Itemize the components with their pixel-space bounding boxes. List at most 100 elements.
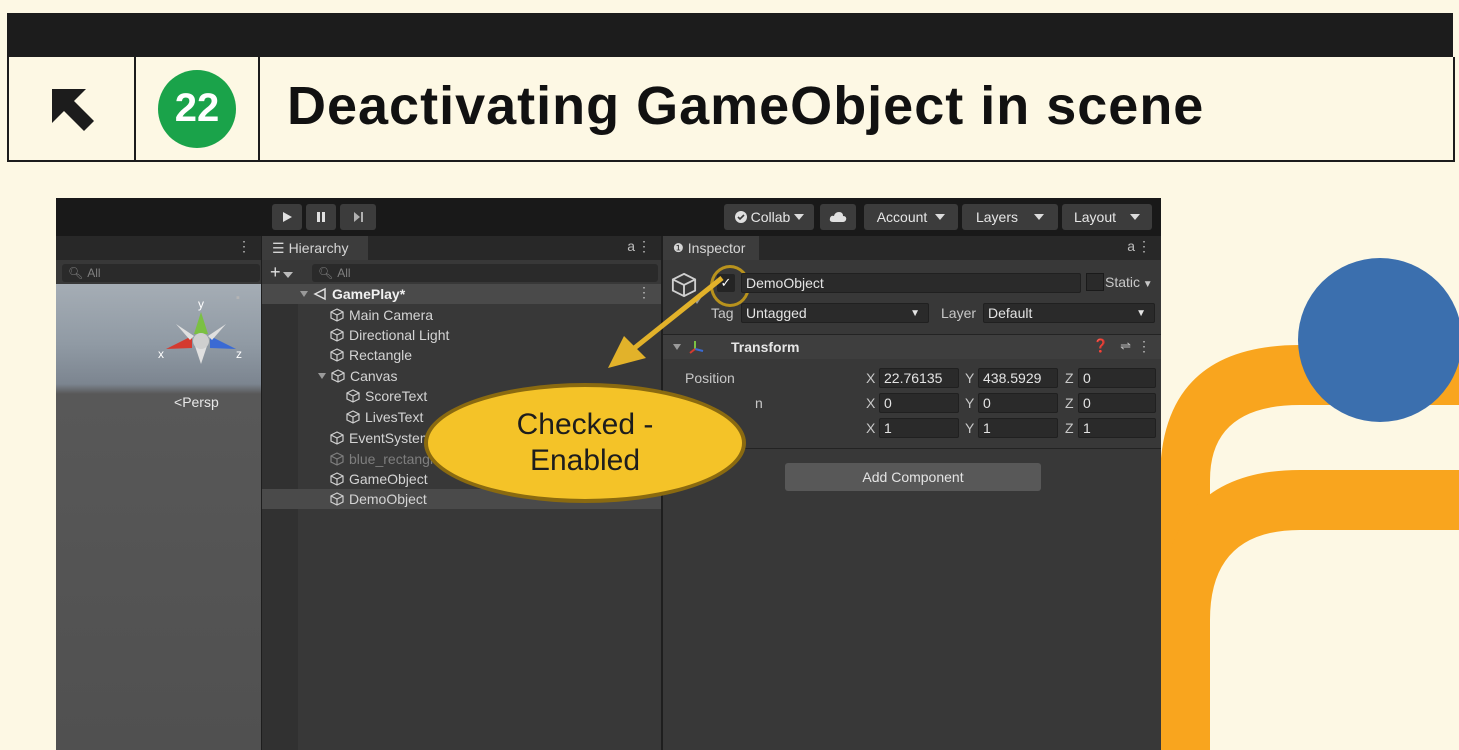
position-y-field[interactable]: 438.5929 bbox=[978, 368, 1058, 388]
account-label: Account bbox=[876, 209, 928, 225]
callout-line-1: Checked - bbox=[516, 408, 654, 441]
scale-x-field[interactable]: 1 bbox=[879, 418, 959, 438]
gameobject-cube-icon bbox=[330, 431, 344, 445]
layout-label: Layout bbox=[1073, 209, 1117, 225]
create-button[interactable]: + bbox=[270, 262, 293, 283]
persp-label[interactable]: <Persp bbox=[174, 394, 219, 410]
kebab-menu-icon[interactable]: ⋮ bbox=[237, 238, 251, 255]
hierarchy-search-placeholder: All bbox=[337, 266, 351, 280]
scene-gizmo-icon[interactable]: y x z bbox=[156, 294, 246, 384]
list-item[interactable]: Directional Light bbox=[330, 325, 449, 345]
collab-label: Collab bbox=[750, 209, 791, 225]
cloud-icon bbox=[829, 212, 847, 222]
collab-button[interactable]: Collab bbox=[724, 204, 814, 230]
inspector-panel-header: ❶ Inspector a ⋮ bbox=[663, 236, 1161, 260]
persp-chevron-icon: < bbox=[174, 394, 183, 410]
axis-z-label: z bbox=[236, 347, 242, 361]
list-item[interactable]: GameObject bbox=[330, 469, 428, 489]
hierarchy-gutter bbox=[262, 304, 298, 750]
step-number: 22 bbox=[158, 69, 236, 148]
tab-hierarchy[interactable]: ☰ Hierarchy bbox=[262, 236, 368, 260]
kebab-menu-icon[interactable]: ⋮ bbox=[1137, 338, 1151, 355]
layer-dropdown[interactable]: Default ▼ bbox=[983, 303, 1155, 323]
dropdown-arrow-icon: ▼ bbox=[1136, 307, 1146, 319]
kebab-menu-icon[interactable]: ⋮ bbox=[637, 238, 651, 255]
layout-dropdown[interactable]: Layout bbox=[1062, 204, 1152, 230]
expand-arrow-icon[interactable] bbox=[318, 373, 326, 379]
list-item[interactable]: LivesText bbox=[346, 407, 423, 427]
scene-name: GamePlay* bbox=[332, 286, 406, 302]
scene-viewport[interactable]: y x z <Persp ▪ bbox=[56, 284, 261, 750]
play-button[interactable] bbox=[272, 204, 302, 230]
decorative-shapes bbox=[1160, 258, 1459, 750]
list-item-inactive[interactable]: blue_rectangle bbox=[330, 449, 441, 469]
cloud-button[interactable] bbox=[820, 204, 856, 230]
help-icon[interactable]: ❓ bbox=[1093, 338, 1109, 354]
gameobject-cube-icon bbox=[330, 348, 344, 362]
info-icon: ❶ bbox=[673, 241, 684, 255]
search-icon: 🔍︎ bbox=[68, 266, 84, 280]
header-top-bar bbox=[7, 13, 1453, 57]
rotation-x-field[interactable]: 0 bbox=[879, 393, 959, 413]
rotation-z-label: Z bbox=[1065, 395, 1074, 411]
list-item[interactable]: Rectangle bbox=[330, 345, 412, 365]
add-component-button[interactable]: Add Component bbox=[785, 463, 1041, 491]
rotation-z-field[interactable]: 0 bbox=[1078, 393, 1156, 413]
list-item[interactable]: Main Camera bbox=[330, 305, 433, 325]
dropdown-arrow-icon: ▼ bbox=[1140, 279, 1153, 290]
transform-title: Transform bbox=[731, 339, 800, 355]
north-west-arrow-icon bbox=[51, 88, 94, 131]
account-dropdown[interactable]: Account bbox=[864, 204, 958, 230]
gameobject-cube-icon bbox=[330, 308, 344, 322]
list-item[interactable]: EventSystem bbox=[330, 428, 431, 448]
scale-z-field[interactable]: 1 bbox=[1078, 418, 1156, 438]
position-z-label: Z bbox=[1065, 370, 1074, 386]
position-x-field[interactable]: 22.76135 bbox=[879, 368, 959, 388]
rotation-x-label: X bbox=[866, 395, 876, 411]
static-dropdown[interactable]: Static ▼ bbox=[1105, 274, 1153, 290]
hierarchy-panel-header: ☰ Hierarchy a ⋮ bbox=[262, 236, 661, 260]
lock-icon[interactable]: a bbox=[1127, 238, 1135, 254]
rotation-y-field[interactable]: 0 bbox=[978, 393, 1058, 413]
unity-scene-icon bbox=[313, 287, 326, 301]
tag-dropdown[interactable]: Untagged ▼ bbox=[741, 303, 929, 323]
scene-root-row[interactable]: GamePlay* bbox=[300, 284, 405, 304]
callout-bubble: Checked - Enabled bbox=[424, 383, 746, 503]
tab-inspector[interactable]: ❶ Inspector bbox=[663, 236, 759, 260]
axis-x-label: x bbox=[158, 347, 164, 361]
position-y-label: Y bbox=[965, 370, 975, 386]
position-z-field[interactable]: 0 bbox=[1078, 368, 1156, 388]
rotation-label: n bbox=[755, 395, 763, 411]
scene-panel: ⋮ 🔍︎ All y x z <Persp ▪ bbox=[56, 236, 261, 750]
layers-dropdown[interactable]: Layers bbox=[962, 204, 1058, 230]
scale-x-label: X bbox=[866, 420, 876, 436]
scene-search-input[interactable]: 🔍︎ All bbox=[62, 264, 260, 282]
kebab-menu-icon[interactable]: ⋮ bbox=[1137, 238, 1151, 255]
lock-icon[interactable]: a bbox=[627, 238, 635, 254]
check-circle-icon bbox=[734, 211, 747, 223]
position-x-label: X bbox=[866, 370, 876, 386]
presets-icon[interactable]: ⇌ bbox=[1120, 338, 1131, 354]
object-name-field[interactable]: DemoObject bbox=[741, 273, 1081, 293]
editor-toolbar: Collab Account Layers Layout bbox=[56, 198, 1161, 236]
back-arrow-cell[interactable] bbox=[9, 57, 136, 160]
gameobject-cube-icon bbox=[330, 492, 344, 506]
gameobject-cube-icon bbox=[346, 389, 360, 403]
expand-arrow-icon bbox=[300, 291, 308, 297]
layer-label: Layer bbox=[941, 305, 977, 321]
lock-icon[interactable]: ▪ bbox=[236, 292, 240, 304]
list-item-selected[interactable]: DemoObject bbox=[330, 489, 427, 509]
step-button[interactable] bbox=[340, 204, 376, 230]
list-item[interactable]: Canvas bbox=[318, 366, 397, 386]
static-checkbox[interactable] bbox=[1086, 273, 1104, 291]
layers-label: Layers bbox=[975, 209, 1019, 225]
pause-button[interactable] bbox=[306, 204, 336, 230]
list-item[interactable]: ScoreText bbox=[346, 386, 427, 406]
scene-search-placeholder: All bbox=[87, 266, 101, 280]
scale-y-field[interactable]: 1 bbox=[978, 418, 1058, 438]
gameobject-cube-icon bbox=[331, 369, 345, 383]
axis-y-label: y bbox=[198, 297, 204, 311]
scale-y-label: Y bbox=[965, 420, 975, 436]
play-icon bbox=[283, 212, 292, 222]
inspector-panel: ❶ Inspector a ⋮ ✓ DemoObject Static ▼ Tag… bbox=[663, 236, 1161, 750]
